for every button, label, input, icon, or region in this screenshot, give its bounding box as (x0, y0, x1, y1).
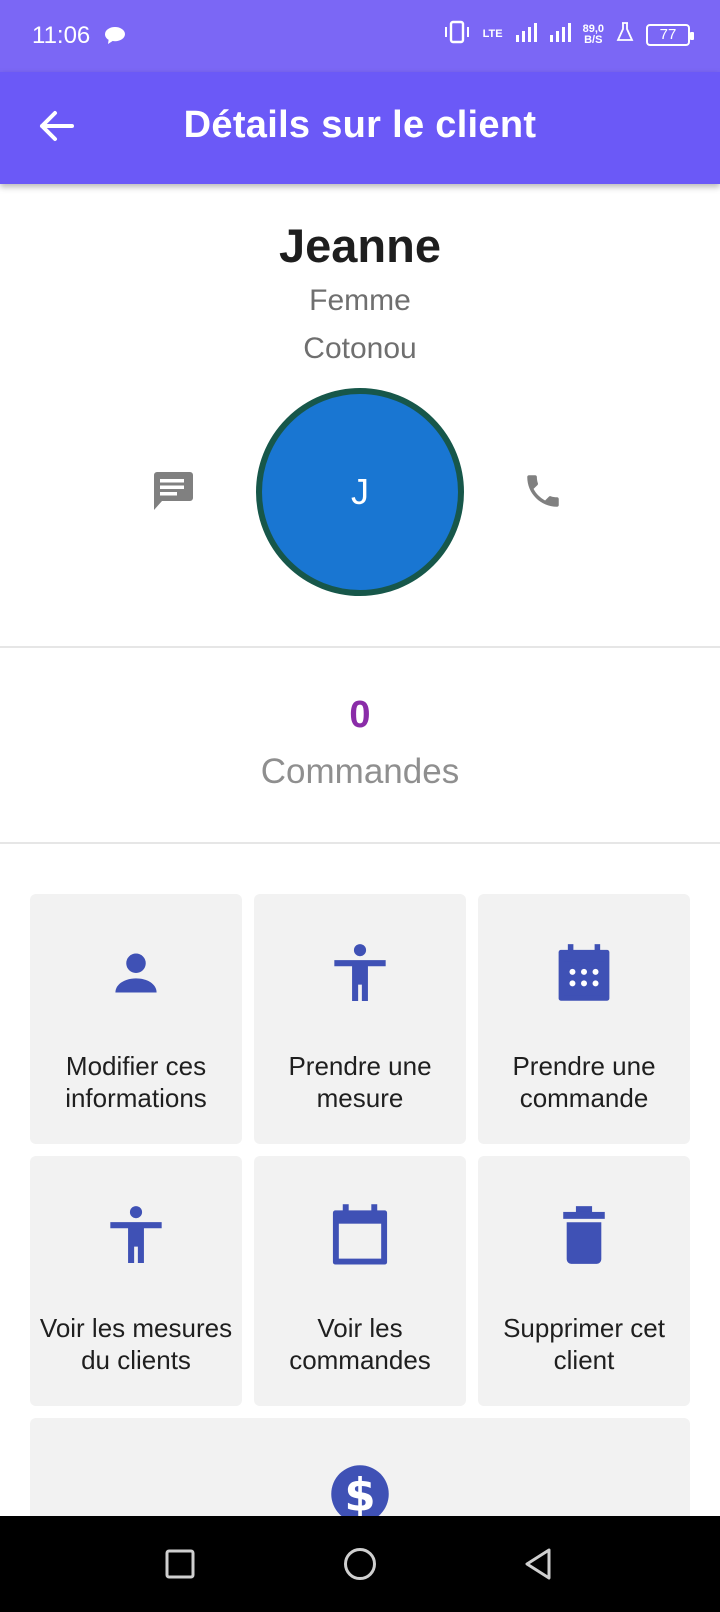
battery-icon: 77 (646, 23, 694, 46)
take-measure-tile[interactable]: Prendre une mesure (254, 894, 466, 1144)
chat-bubble-icon (104, 26, 126, 51)
circle-icon (343, 1547, 377, 1586)
status-icons: LTE 89,0 B/S 77 (443, 20, 694, 49)
vibrate-icon (443, 20, 471, 49)
view-orders-label: Voir les commandes (289, 1313, 431, 1375)
call-button[interactable] (522, 470, 568, 516)
divider-top (0, 646, 720, 648)
phone-icon (522, 475, 564, 516)
view-measures-label: Voir les mesures du clients (39, 1313, 233, 1375)
triangle-back-icon (523, 1547, 553, 1586)
orders-count: 0 (349, 694, 371, 736)
network-speed-unit: B/S (584, 33, 603, 46)
back-nav-button[interactable] (520, 1548, 556, 1584)
view-measures-tile[interactable]: Voir les mesures du clients (30, 1156, 242, 1406)
svg-text:$: $ (344, 1468, 375, 1521)
page-title: Détails sur le client (183, 104, 537, 146)
trash-icon (560, 1200, 608, 1270)
message-icon (150, 472, 194, 516)
status-bar: 11:06 LTE 89,0 B/S 77 (0, 0, 720, 72)
take-order-tile[interactable]: Prendre une commande (478, 894, 690, 1144)
message-button[interactable] (150, 470, 196, 516)
avatar-initial: J (351, 471, 369, 512)
take-order-label: Prendre une commande (512, 1051, 656, 1113)
divider-bottom (0, 842, 720, 844)
client-gender: Femme (309, 284, 411, 317)
person-icon (110, 938, 162, 1008)
flask-icon (616, 21, 634, 48)
take-measure-label: Prendre une mesure (288, 1051, 432, 1113)
network-speed: 89,0 B/S (583, 23, 604, 46)
calendar-grid-icon (556, 938, 612, 1008)
delete-client-tile[interactable]: Supprimer cet client (478, 1156, 690, 1406)
system-nav-bar (0, 1516, 720, 1612)
edit-info-label: Modifier ces informations (65, 1051, 207, 1113)
accessibility-icon (332, 938, 388, 1008)
client-city: Cotonou (303, 332, 417, 365)
orders-label: Commandes (260, 752, 460, 791)
lte-label: LTE (482, 28, 503, 40)
client-name: Jeanne (279, 219, 441, 272)
home-button[interactable] (342, 1547, 378, 1586)
accessibility-icon (108, 1200, 164, 1270)
calendar-icon (330, 1200, 390, 1270)
signal-icon (515, 21, 537, 48)
signal-icon-2 (549, 21, 571, 48)
app-bar: Détails sur le client (0, 72, 720, 184)
avatar: J (256, 388, 464, 596)
square-icon (165, 1549, 195, 1584)
view-orders-tile[interactable]: Voir les commandes (254, 1156, 466, 1406)
edit-info-tile[interactable]: Modifier ces informations (30, 894, 242, 1144)
client-profile: Jeanne Femme Cotonou J (0, 184, 720, 646)
status-time: 11:06 (32, 22, 91, 49)
delete-client-label: Supprimer cet client (503, 1313, 665, 1375)
recent-apps-button[interactable] (162, 1548, 198, 1584)
